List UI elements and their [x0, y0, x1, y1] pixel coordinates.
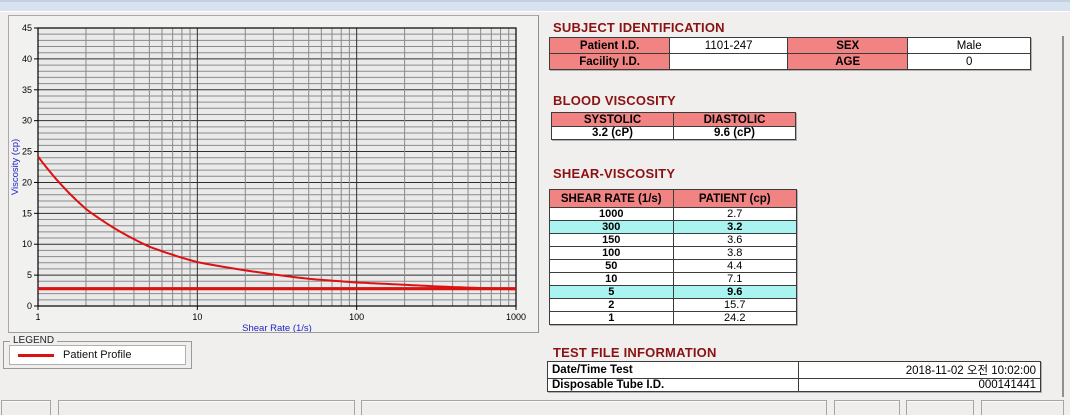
y-tick-label: 30 [22, 116, 32, 126]
y-tick-label: 20 [22, 177, 32, 187]
test-file-information-table: Date/Time Test2018-11-02 오전 10:02:00Disp… [547, 361, 1041, 392]
testfile-value: 000141441 [799, 379, 1041, 392]
legend-item-label: Patient Profile [63, 349, 131, 361]
patient-viscosity-cell: 3.2 [673, 221, 797, 234]
patient-viscosity-cell: 24.2 [673, 312, 797, 325]
test-file-information-title: TEST FILE INFORMATION [553, 345, 717, 360]
shear-row[interactable]: 107.1 [550, 273, 797, 286]
shear-rate-cell: 1000 [550, 208, 674, 221]
blood-viscosity-table: SYSTOLIC DIASTOLIC 3.2 (cP) 9.6 (cP) [551, 112, 796, 140]
y-tick-label: 0 [27, 301, 32, 311]
subject-label: Facility I.D. [550, 54, 670, 70]
blood-viscosity-title: BLOOD VISCOSITY [553, 93, 676, 108]
shear-header-row: SHEAR RATE (1/s) PATIENT (cp) [550, 190, 797, 208]
testfile-label: Date/Time Test [548, 362, 799, 379]
blood-header-row: SYSTOLIC DIASTOLIC [552, 113, 796, 127]
diastolic-value: 9.6 (cP) [674, 127, 796, 140]
shear-tbody: 10002.73003.21503.61003.8504.4107.159.62… [550, 208, 797, 325]
y-tick-label: 45 [22, 23, 32, 33]
testfile-row: Disposable Tube I.D.000141441 [548, 379, 1041, 392]
subject-tbody: Patient I.D.1101-247SEXMaleFacility I.D.… [550, 38, 1031, 70]
testfile-tbody: Date/Time Test2018-11-02 오전 10:02:00Disp… [548, 362, 1041, 392]
shear-rate-header: SHEAR RATE (1/s) [550, 190, 674, 208]
subject-value: 1101-247 [670, 38, 788, 54]
statusbar-segment-1 [1, 400, 51, 415]
shear-rate-cell: 10 [550, 273, 674, 286]
window-top-band [0, 0, 1070, 12]
y-axis-label: Viscosity (cp) [10, 139, 21, 195]
x-tick-label: 10 [192, 312, 202, 322]
blood-value-row: 3.2 (cP) 9.6 (cP) [552, 127, 796, 140]
y-tick-label: 5 [27, 270, 32, 280]
patient-viscosity-cell: 2.7 [673, 208, 797, 221]
x-tick-label: 1000 [506, 312, 526, 322]
patient-viscosity-cell: 9.6 [673, 286, 797, 299]
subject-value: 0 [908, 54, 1031, 70]
statusbar-segment-3 [361, 400, 827, 415]
subject-value [670, 54, 788, 70]
statusbar-segment-6 [981, 400, 1064, 415]
testfile-row: Date/Time Test2018-11-02 오전 10:02:00 [548, 362, 1041, 379]
legend-groupbox: LEGEND Patient Profile [3, 341, 192, 369]
shear-rate-cell: 2 [550, 299, 674, 312]
shear-row[interactable]: 124.2 [550, 312, 797, 325]
shear-row[interactable]: 3003.2 [550, 221, 797, 234]
chart-panel: 0 5 10 15 20 25 30 35 40 45 1 10 100 1000 Viscosity (c… [8, 15, 539, 333]
shear-row[interactable]: 1003.8 [550, 247, 797, 260]
shear-rate-cell: 50 [550, 260, 674, 273]
plot-area [38, 28, 516, 306]
testfile-label: Disposable Tube I.D. [548, 379, 799, 392]
statusbar-segment-5 [906, 400, 974, 415]
patient-viscosity-cell: 15.7 [673, 299, 797, 312]
systolic-header: SYSTOLIC [552, 113, 674, 127]
shear-row[interactable]: 215.7 [550, 299, 797, 312]
subject-identification-table: Patient I.D.1101-247SEXMaleFacility I.D.… [549, 37, 1031, 70]
shear-row[interactable]: 1503.6 [550, 234, 797, 247]
subject-label: Patient I.D. [550, 38, 670, 54]
app-window: 0510152025303540451101001000Viscosity (c… [0, 0, 1070, 415]
subject-label: SEX [788, 38, 908, 54]
shear-rate-cell: 5 [550, 286, 674, 299]
y-tick-label: 40 [22, 54, 32, 64]
statusbar-segment-2 [58, 400, 355, 415]
shear-row[interactable]: 10002.7 [550, 208, 797, 221]
testfile-value: 2018-11-02 오전 10:02:00 [799, 362, 1041, 379]
subject-identification-title: SUBJECT IDENTIFICATION [553, 20, 725, 35]
patient-profile-line-sample [18, 354, 54, 357]
y-tick-label: 25 [22, 147, 32, 157]
systolic-value: 3.2 (cP) [552, 127, 674, 140]
y-tick-label: 10 [22, 239, 32, 249]
shear-viscosity-table: SHEAR RATE (1/s) PATIENT (cp) 10002.7300… [549, 189, 797, 325]
patient-cp-header: PATIENT (cp) [673, 190, 797, 208]
patient-viscosity-cell: 3.8 [673, 247, 797, 260]
shear-rate-cell: 1 [550, 312, 674, 325]
shear-row[interactable]: 59.6 [550, 286, 797, 299]
shear-viscosity-title: SHEAR-VISCOSITY [553, 166, 675, 181]
subject-row: Patient I.D.1101-247SEXMale [550, 38, 1031, 54]
shear-viscosity-chart: 0 5 10 15 20 25 30 35 40 45 1 10 100 1000 Viscosity (c… [9, 16, 538, 332]
x-tick-label: 1 [35, 312, 40, 322]
shear-rate-cell: 300 [550, 221, 674, 234]
x-tick-label: 100 [349, 312, 364, 322]
subject-label: AGE [788, 54, 908, 70]
y-tick-label: 15 [22, 208, 32, 218]
subject-row: Facility I.D. AGE0 [550, 54, 1031, 70]
y-tick-label: 35 [22, 85, 32, 95]
patient-viscosity-cell: 3.6 [673, 234, 797, 247]
patient-viscosity-cell: 7.1 [673, 273, 797, 286]
diastolic-header: DIASTOLIC [674, 113, 796, 127]
subject-value: Male [908, 38, 1031, 54]
patient-viscosity-cell: 4.4 [673, 260, 797, 273]
legend-panel: Patient Profile [9, 345, 186, 365]
shear-rate-cell: 100 [550, 247, 674, 260]
statusbar-segment-4 [834, 400, 900, 415]
shear-row[interactable]: 504.4 [550, 260, 797, 273]
shear-rate-cell: 150 [550, 234, 674, 247]
x-axis-label: Shear Rate (1/s) [242, 323, 312, 332]
panel-right-border [1062, 36, 1064, 397]
